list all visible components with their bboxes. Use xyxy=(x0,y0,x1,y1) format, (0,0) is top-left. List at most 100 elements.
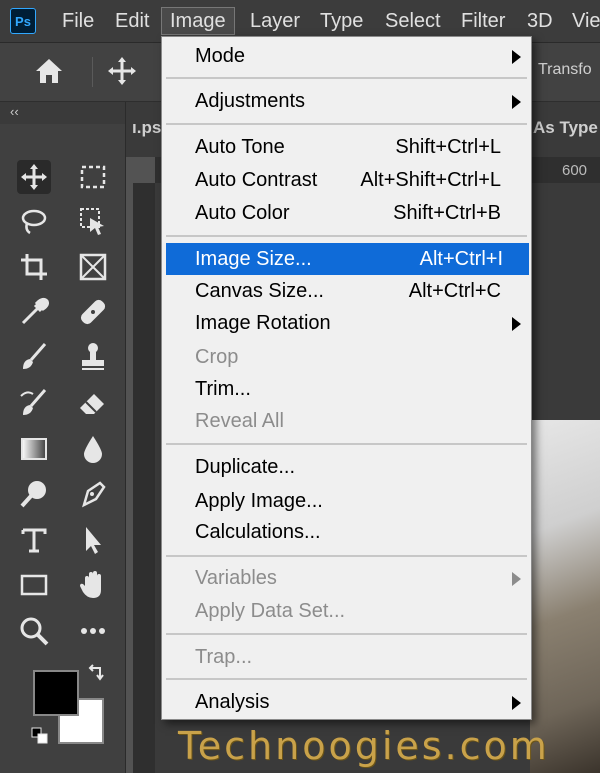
photoshop-logo[interactable]: Ps xyxy=(10,8,36,34)
options-separator xyxy=(92,57,93,87)
menu-item-label: Apply Data Set... xyxy=(195,600,346,622)
options-transform-label: Transfo xyxy=(538,61,592,78)
menu-item-image-size[interactable]: Image Size... Alt+Ctrl+I xyxy=(166,243,529,275)
ruler-value: 600 xyxy=(562,162,588,179)
eraser-icon[interactable] xyxy=(76,386,110,420)
default-colors-icon[interactable] xyxy=(30,726,50,746)
menu-item-adjustments[interactable]: Adjustments xyxy=(162,86,531,116)
healing-icon[interactable] xyxy=(76,295,110,329)
hand-icon[interactable] xyxy=(76,568,110,602)
foreground-color-swatch[interactable] xyxy=(33,670,79,716)
menu-divider xyxy=(166,633,527,635)
menu-item-label: Trap... xyxy=(195,646,253,668)
menu-item-label: Analysis xyxy=(195,691,270,713)
blur-icon[interactable] xyxy=(76,432,110,466)
menu-image[interactable]: Image xyxy=(161,7,235,35)
history-brush-icon[interactable] xyxy=(17,386,51,420)
dodge-icon[interactable] xyxy=(17,477,51,511)
submenu-arrow-icon xyxy=(512,696,521,710)
menu-item-label: Image Rotation xyxy=(195,312,331,334)
menu-item-analysis[interactable]: Analysis xyxy=(162,687,531,717)
menu-3d[interactable]: 3D xyxy=(527,7,553,35)
menu-item-shortcut: Alt+Ctrl+I xyxy=(419,248,503,270)
watermark-text: Technoogies.com xyxy=(178,724,550,768)
menu-item-auto-contrast[interactable]: Auto Contrast Alt+Shift+Ctrl+L xyxy=(162,165,531,195)
toolbox-header: ‹‹ xyxy=(0,102,125,124)
stamp-icon[interactable] xyxy=(76,340,110,374)
menu-item-label: Canvas Size... xyxy=(195,280,324,302)
menu-item-apply-image[interactable]: Apply Image... xyxy=(162,486,531,516)
document-tab-left[interactable]: ı.ps xyxy=(132,118,161,138)
menu-item-shortcut: Alt+Shift+Ctrl+L xyxy=(360,169,501,191)
eyedropper-icon[interactable] xyxy=(17,295,51,329)
menu-divider xyxy=(166,678,527,680)
menu-item-crop[interactable]: Crop xyxy=(162,342,531,372)
menu-type[interactable]: Type xyxy=(320,7,363,35)
menu-divider xyxy=(166,77,527,79)
menu-item-label: Image Size... xyxy=(195,248,312,270)
menu-edit[interactable]: Edit xyxy=(115,7,149,35)
submenu-arrow-icon xyxy=(512,95,521,109)
menu-item-apply-data-set[interactable]: Apply Data Set... xyxy=(162,596,531,626)
menu-item-label: Reveal All xyxy=(195,410,284,432)
menu-layer[interactable]: Layer xyxy=(250,7,300,35)
menu-divider xyxy=(166,123,527,125)
more-icon[interactable] xyxy=(76,614,110,648)
menu-item-label: Duplicate... xyxy=(195,456,296,478)
menu-filter[interactable]: Filter xyxy=(461,7,505,35)
collapse-icon[interactable]: ‹‹ xyxy=(10,104,19,119)
menu-item-label: Adjustments xyxy=(195,90,306,112)
rectangle-icon[interactable] xyxy=(17,568,51,602)
lasso-icon[interactable] xyxy=(17,204,51,238)
menu-item-trap[interactable]: Trap... xyxy=(162,642,531,672)
menu-file[interactable]: File xyxy=(62,7,94,35)
marquee-icon[interactable] xyxy=(76,160,110,194)
move-icon[interactable] xyxy=(17,160,51,194)
menu-item-label: Auto Tone xyxy=(195,136,285,158)
pen-icon[interactable] xyxy=(76,477,110,511)
vertical-ruler xyxy=(133,183,155,773)
move-tool-icon[interactable] xyxy=(106,55,138,87)
image-menu-dropdown: Mode Adjustments Auto Tone Shift+Ctrl+L … xyxy=(161,36,532,720)
menu-item-label: Crop xyxy=(195,346,239,368)
document-tab-right[interactable]: As Type xyxy=(533,118,598,138)
menu-view[interactable]: Vie xyxy=(572,7,600,35)
frame-icon[interactable] xyxy=(76,250,110,284)
menu-item-label: Auto Color xyxy=(195,202,290,224)
canvas-photo xyxy=(530,420,600,773)
menu-item-variables[interactable]: Variables xyxy=(162,563,531,593)
submenu-arrow-icon xyxy=(512,317,521,331)
brush-icon[interactable] xyxy=(17,340,51,374)
menu-item-auto-tone[interactable]: Auto Tone Shift+Ctrl+L xyxy=(162,132,531,162)
menu-item-image-rotation[interactable]: Image Rotation xyxy=(162,308,531,338)
menu-item-canvas-size[interactable]: Canvas Size... Alt+Ctrl+C xyxy=(162,276,531,306)
swap-colors-icon[interactable] xyxy=(86,664,106,684)
menu-item-reveal-all[interactable]: Reveal All xyxy=(162,406,531,436)
zoom-icon[interactable] xyxy=(17,614,51,648)
menu-item-mode[interactable]: Mode xyxy=(162,41,531,71)
menu-select[interactable]: Select xyxy=(385,7,441,35)
home-icon[interactable] xyxy=(34,57,64,85)
menu-item-shortcut: Alt+Ctrl+C xyxy=(408,280,501,302)
menu-item-label: Apply Image... xyxy=(195,490,323,512)
menu-item-label: Auto Contrast xyxy=(195,169,318,191)
menu-item-shortcut: Shift+Ctrl+B xyxy=(393,202,501,224)
crop-icon[interactable] xyxy=(17,250,51,284)
gradient-icon[interactable] xyxy=(17,432,51,466)
menu-item-auto-color[interactable]: Auto Color Shift+Ctrl+B xyxy=(162,198,531,228)
menu-divider xyxy=(166,555,527,557)
menu-item-label: Calculations... xyxy=(195,521,321,543)
path-select-icon[interactable] xyxy=(76,523,110,557)
type-icon[interactable] xyxy=(17,523,51,557)
menu-item-calculations[interactable]: Calculations... xyxy=(162,517,531,547)
submenu-arrow-icon xyxy=(512,50,521,64)
menu-item-label: Trim... xyxy=(195,378,251,400)
menu-item-trim[interactable]: Trim... xyxy=(162,374,531,404)
menu-item-label: Variables xyxy=(195,567,277,589)
menu-item-label: Mode xyxy=(195,45,246,67)
menu-item-shortcut: Shift+Ctrl+L xyxy=(395,136,501,158)
menu-item-duplicate[interactable]: Duplicate... xyxy=(162,452,531,482)
menu-divider xyxy=(166,443,527,445)
object-select-icon[interactable] xyxy=(76,204,110,238)
submenu-arrow-icon xyxy=(512,572,521,586)
